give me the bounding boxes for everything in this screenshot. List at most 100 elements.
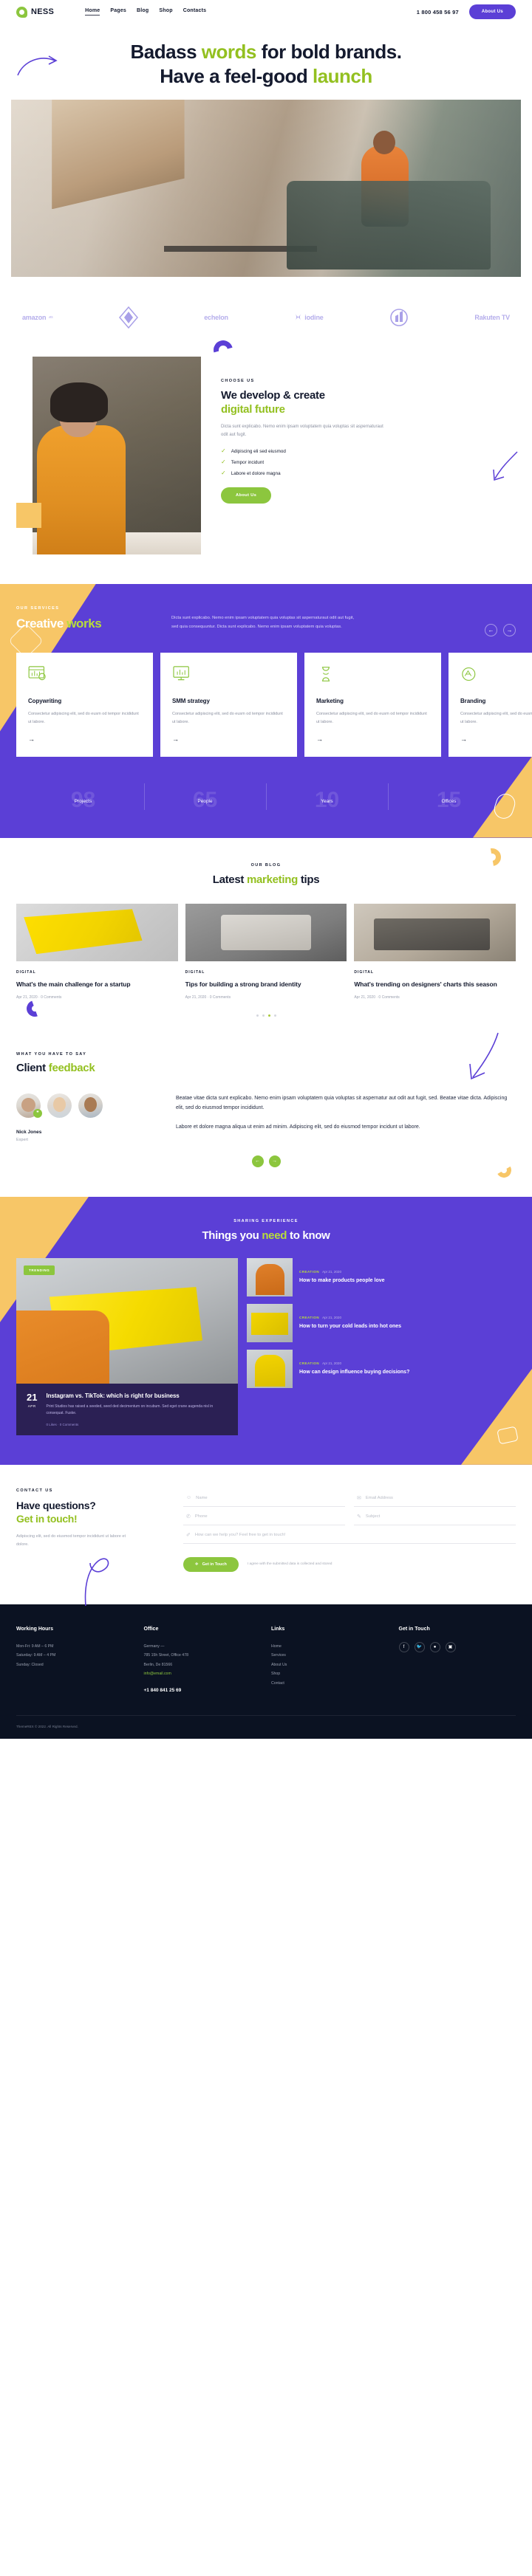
choose-us-about-button[interactable]: About Us	[221, 487, 272, 504]
footer-link-services[interactable]: Services	[271, 1651, 389, 1660]
experience-item-category[interactable]: CREATION	[299, 1361, 319, 1365]
service-card[interactable]: Copywriting Consectetur adipiscing elit,…	[16, 652, 153, 757]
check-item: ✓ Adipiscing eli sed eiusmod	[221, 448, 516, 454]
nav-item-shop[interactable]: Shop	[159, 8, 172, 16]
service-card-title: Copywriting	[28, 697, 62, 704]
footer-text: Germany —	[143, 1644, 165, 1649]
hero-arrow-doodle-icon	[17, 55, 58, 76]
blog-post-title[interactable]: What's the main challenge for a startup	[16, 980, 178, 989]
blog-section: OUR BLOG Latest marketing tips DIGITAL W…	[0, 838, 532, 1036]
service-card-title: Branding	[460, 697, 486, 704]
blog-post-category[interactable]: DIGITAL	[16, 970, 178, 975]
service-card-arrow-icon[interactable]: →	[460, 735, 467, 743]
experience-item-title[interactable]: How can design influence buying decision…	[299, 1369, 409, 1377]
blog-post-category[interactable]: DIGITAL	[185, 970, 347, 975]
experience-item-thumbnail	[247, 1349, 293, 1388]
featured-post-card[interactable]: TRENDING 21 APR Instagram vs. TikTok: wh…	[16, 1257, 238, 1435]
dribbble-icon[interactable]: ●	[429, 1641, 440, 1652]
featured-post-title[interactable]: Instagram vs. TikTok: which is right for…	[46, 1392, 228, 1399]
brand-logo-amazon: amazon .es	[22, 314, 53, 321]
experience-item-title[interactable]: How to make products people love	[299, 1277, 385, 1285]
choose-us-title: We develop & create digital future	[221, 388, 516, 416]
service-card-arrow-icon[interactable]: →	[28, 735, 35, 743]
footer-column-get-in-touch: Get in Touch f 🐦 ● ▣	[398, 1627, 516, 1697]
avatar[interactable]	[78, 1093, 103, 1118]
brand-logo-building-icon	[390, 308, 408, 326]
header-about-us-button[interactable]: About Us	[468, 4, 516, 19]
footer-phone-link[interactable]: +1 840 841 25 69	[144, 1685, 262, 1697]
carousel-dot[interactable]	[256, 1014, 259, 1017]
service-card[interactable]: Branding Consectetur adipiscing elit, se…	[449, 652, 532, 757]
service-card-title: SMM strategy	[172, 697, 210, 704]
blog-post-card[interactable]: DIGITAL What's trending on designers' ch…	[354, 903, 516, 1000]
experience-item-category[interactable]: CREATION	[299, 1316, 319, 1319]
email-input[interactable]	[365, 1495, 513, 1500]
pencil-icon: ✐	[186, 1532, 191, 1538]
testimonials-next-button[interactable]: →	[268, 1155, 281, 1167]
privacy-note[interactable]: I agree with the submitted data is colle…	[248, 1562, 332, 1567]
avatar-item[interactable]	[47, 1093, 72, 1118]
services-prev-button[interactable]: ←	[485, 623, 497, 636]
instagram-icon[interactable]: ▣	[445, 1641, 456, 1652]
hero-title: Badass words for bold brands. Have a fee…	[0, 40, 532, 89]
experience-list-item[interactable]: CREATION Apr 21, 2020 How to make product…	[247, 1257, 516, 1296]
phone-icon: ✆	[186, 1514, 191, 1519]
subject-input[interactable]	[365, 1514, 513, 1519]
experience-list-item[interactable]: CREATION Apr 21, 2020 How can design infl…	[247, 1349, 516, 1388]
experience-item-title[interactable]: How to turn your cold leads into hot one…	[299, 1323, 401, 1331]
footer-link-shop[interactable]: Shop	[271, 1669, 389, 1678]
sharing-experience-section: SHARING EXPERIENCE Things you need to kn…	[0, 1196, 532, 1465]
footer-link-contact[interactable]: Contact	[271, 1679, 389, 1688]
footer-column-links: Links Home Services About Us Shop Contac…	[271, 1627, 389, 1697]
nav-item-pages[interactable]: Pages	[110, 8, 126, 16]
brand-logo[interactable]: NESS	[16, 6, 54, 18]
carousel-dot[interactable]	[273, 1014, 276, 1017]
blog-title-part1: Latest	[212, 873, 247, 886]
name-input[interactable]	[196, 1495, 342, 1500]
nav-item-home[interactable]: Home	[85, 8, 100, 16]
service-card-arrow-icon[interactable]: →	[172, 735, 179, 743]
featured-post-excerpt: Print Studios has raised a seeded, seed …	[46, 1404, 214, 1416]
experience-item-date: Apr 21, 2020	[322, 1315, 341, 1319]
down-arrow-doodle-icon	[469, 1032, 499, 1080]
nav-item-blog[interactable]: Blog	[137, 8, 149, 16]
service-card-arrow-icon[interactable]: →	[316, 735, 323, 743]
avatar-item-active[interactable]: ❞	[16, 1093, 42, 1118]
carousel-dot-active[interactable]	[267, 1014, 270, 1017]
choose-us-photo	[33, 356, 201, 554]
phone-input[interactable]	[194, 1514, 342, 1519]
experience-item-meta: CREATION Apr 21, 2020	[299, 1316, 401, 1319]
experience-item-category[interactable]: CREATION	[299, 1270, 319, 1274]
blog-post-meta: Apr 21, 2020 · 0 Comments	[16, 995, 62, 1000]
services-next-button[interactable]: →	[503, 623, 516, 636]
footer-link-about-us[interactable]: About Us	[271, 1660, 389, 1669]
nav-item-contacts[interactable]: Contacts	[183, 8, 207, 16]
footer-column-title: Working Hours	[16, 1626, 54, 1632]
carousel-dot[interactable]	[262, 1014, 265, 1017]
avatar-item[interactable]	[78, 1093, 103, 1118]
blog-post-title[interactable]: Tips for building a strong brand identit…	[185, 980, 347, 989]
testimonials-prev-button[interactable]: ←	[251, 1155, 264, 1167]
service-card[interactable]: SMM strategy Consectetur adipiscing elit…	[160, 652, 297, 757]
message-input[interactable]	[194, 1532, 513, 1537]
submit-button[interactable]: ✈ Get in Touch	[183, 1556, 239, 1572]
blog-post-meta: Apr 21, 2020 · 0 Comments	[354, 995, 400, 1000]
blog-post-card[interactable]: DIGITAL Tips for building a strong brand…	[185, 903, 347, 1000]
blog-post-title[interactable]: What's trending on designers' charts thi…	[354, 980, 516, 989]
header-phone[interactable]: 1 800 458 56 97	[417, 9, 459, 16]
footer-email-link[interactable]: info@email.com	[144, 1669, 262, 1678]
branding-icon	[462, 667, 476, 681]
facebook-icon[interactable]: f	[398, 1641, 409, 1652]
contact-title-highlight: Get in touch!	[16, 1513, 78, 1525]
blog-post-category[interactable]: DIGITAL	[354, 970, 516, 975]
site-header: NESS Home Pages Blog Shop Contacts 1 800…	[0, 0, 532, 24]
testimonials-title-part1: Client	[16, 1061, 49, 1074]
blog-post-card[interactable]: DIGITAL What's the main challenge for a …	[16, 903, 178, 1000]
footer-link-home[interactable]: Home	[271, 1642, 389, 1651]
ness-logo-icon	[16, 6, 27, 18]
experience-list-item[interactable]: CREATION Apr 21, 2020 How to turn your co…	[247, 1303, 516, 1342]
avatar[interactable]	[47, 1093, 72, 1118]
service-card[interactable]: Marketing Consectetur adipiscing elit, s…	[304, 652, 441, 757]
testimonial-quote-2: Labore et dolore magna aliqua ut enim ad…	[176, 1124, 420, 1130]
twitter-icon[interactable]: 🐦	[414, 1641, 425, 1652]
